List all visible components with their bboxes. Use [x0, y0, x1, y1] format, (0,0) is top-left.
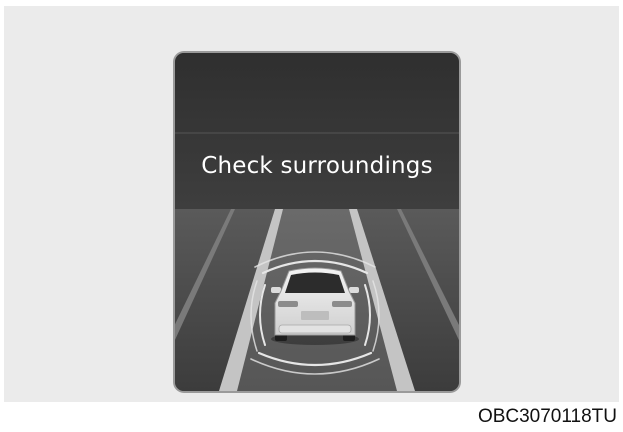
cluster-display: Check surroundings: [175, 53, 459, 391]
display-top-area: [175, 53, 459, 209]
figure-code-label: OBC3070118TU: [477, 406, 617, 427]
warning-message: Check surroundings: [201, 153, 433, 179]
page: Check surroundings OBC3070118TU: [0, 0, 623, 432]
display-graphics: [175, 53, 459, 391]
